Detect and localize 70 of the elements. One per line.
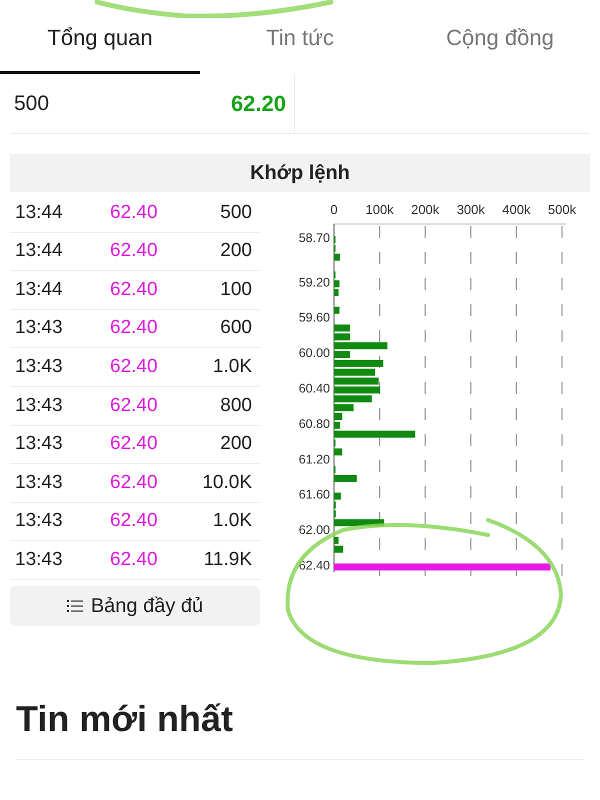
x-tick-label: 500k [548,202,576,217]
bar [334,413,342,420]
trade-time: 13:43 [14,316,64,340]
trade-time: 13:44 [14,239,64,264]
bar [334,333,350,340]
y-tick-label: 58.70 [298,231,330,245]
trade-time: 13:43 [14,470,64,495]
order-volume: 500 [13,90,50,117]
x-tick-label: 0 [330,202,338,217]
y-tick-label: 59.20 [298,275,330,290]
y-tick-label: 60.00 [298,346,330,360]
y-tick-label: 61.60 [298,488,330,502]
trade-time: 13:44 [14,278,64,302]
trade-volume: 500 [219,200,253,225]
bar [334,404,354,412]
bar [334,395,372,402]
trade-volume: 10.0K [201,470,253,495]
trade-time: 13:43 [14,394,64,418]
bar [334,280,340,288]
bar [334,492,341,500]
x-tick-label: 400k [502,202,530,217]
trade-price: 62.40 [110,200,159,225]
section-title: Khớp lệnh [250,161,350,186]
y-tick-label: 60.40 [298,381,330,396]
trade-price: 62.40 [110,394,159,418]
trade-time: 13:43 [14,354,64,379]
y-tick-label: 62.00 [298,523,330,538]
trade-volume: 1.0K [212,509,253,534]
trade-price: 62.40 [110,548,159,572]
bar [334,342,388,350]
trade-volume: 800 [219,394,253,418]
tab[interactable]: Tin tức [200,0,400,74]
tab[interactable]: Cộng đồng [400,0,600,74]
trade-time: 13:43 [14,432,64,456]
bar [334,324,350,332]
trade-volume: 100 [219,278,253,302]
y-tick-label: 60.80 [298,416,330,431]
bar [334,289,339,296]
trade-time: 13:44 [14,200,64,225]
trade-price: 62.40 [110,239,159,264]
trade-volume: 200 [219,432,253,456]
trade-price: 62.40 [110,432,159,456]
trade-price: 62.40 [110,278,159,302]
order-price: 62.20 [230,90,286,118]
bar [334,536,339,544]
trade-volume: 600 [219,316,253,340]
trade-volume: 200 [219,239,253,264]
trade-volume: 11.9K [202,548,253,572]
trade-price: 62.40 [110,509,159,534]
bar [334,422,340,429]
bar [334,306,340,314]
trade-volume: 1.0K [212,354,253,379]
x-tick-label: 300k [456,202,485,217]
full-table-button[interactable]: Bảng đầy đủ [10,586,260,626]
y-tick-label: 62.40 [298,558,330,572]
tab[interactable]: Tổng quan [0,0,200,74]
x-tick-label: 100k [366,202,394,217]
bar [334,254,340,261]
y-tick-label: 59.60 [298,310,330,325]
trade-price: 62.40 [110,354,159,379]
bar [334,368,376,376]
trade-time: 13:43 [14,548,64,572]
x-tick-label: 200k [411,202,440,217]
trade-price: 62.40 [110,470,159,495]
list-icon [66,598,83,613]
bar [334,546,344,553]
y-tick-label: 61.20 [298,452,330,466]
trade-price: 62.40 [110,316,159,340]
news-heading: Tin mới nhất [16,696,234,741]
trade-time: 13:43 [14,509,64,534]
